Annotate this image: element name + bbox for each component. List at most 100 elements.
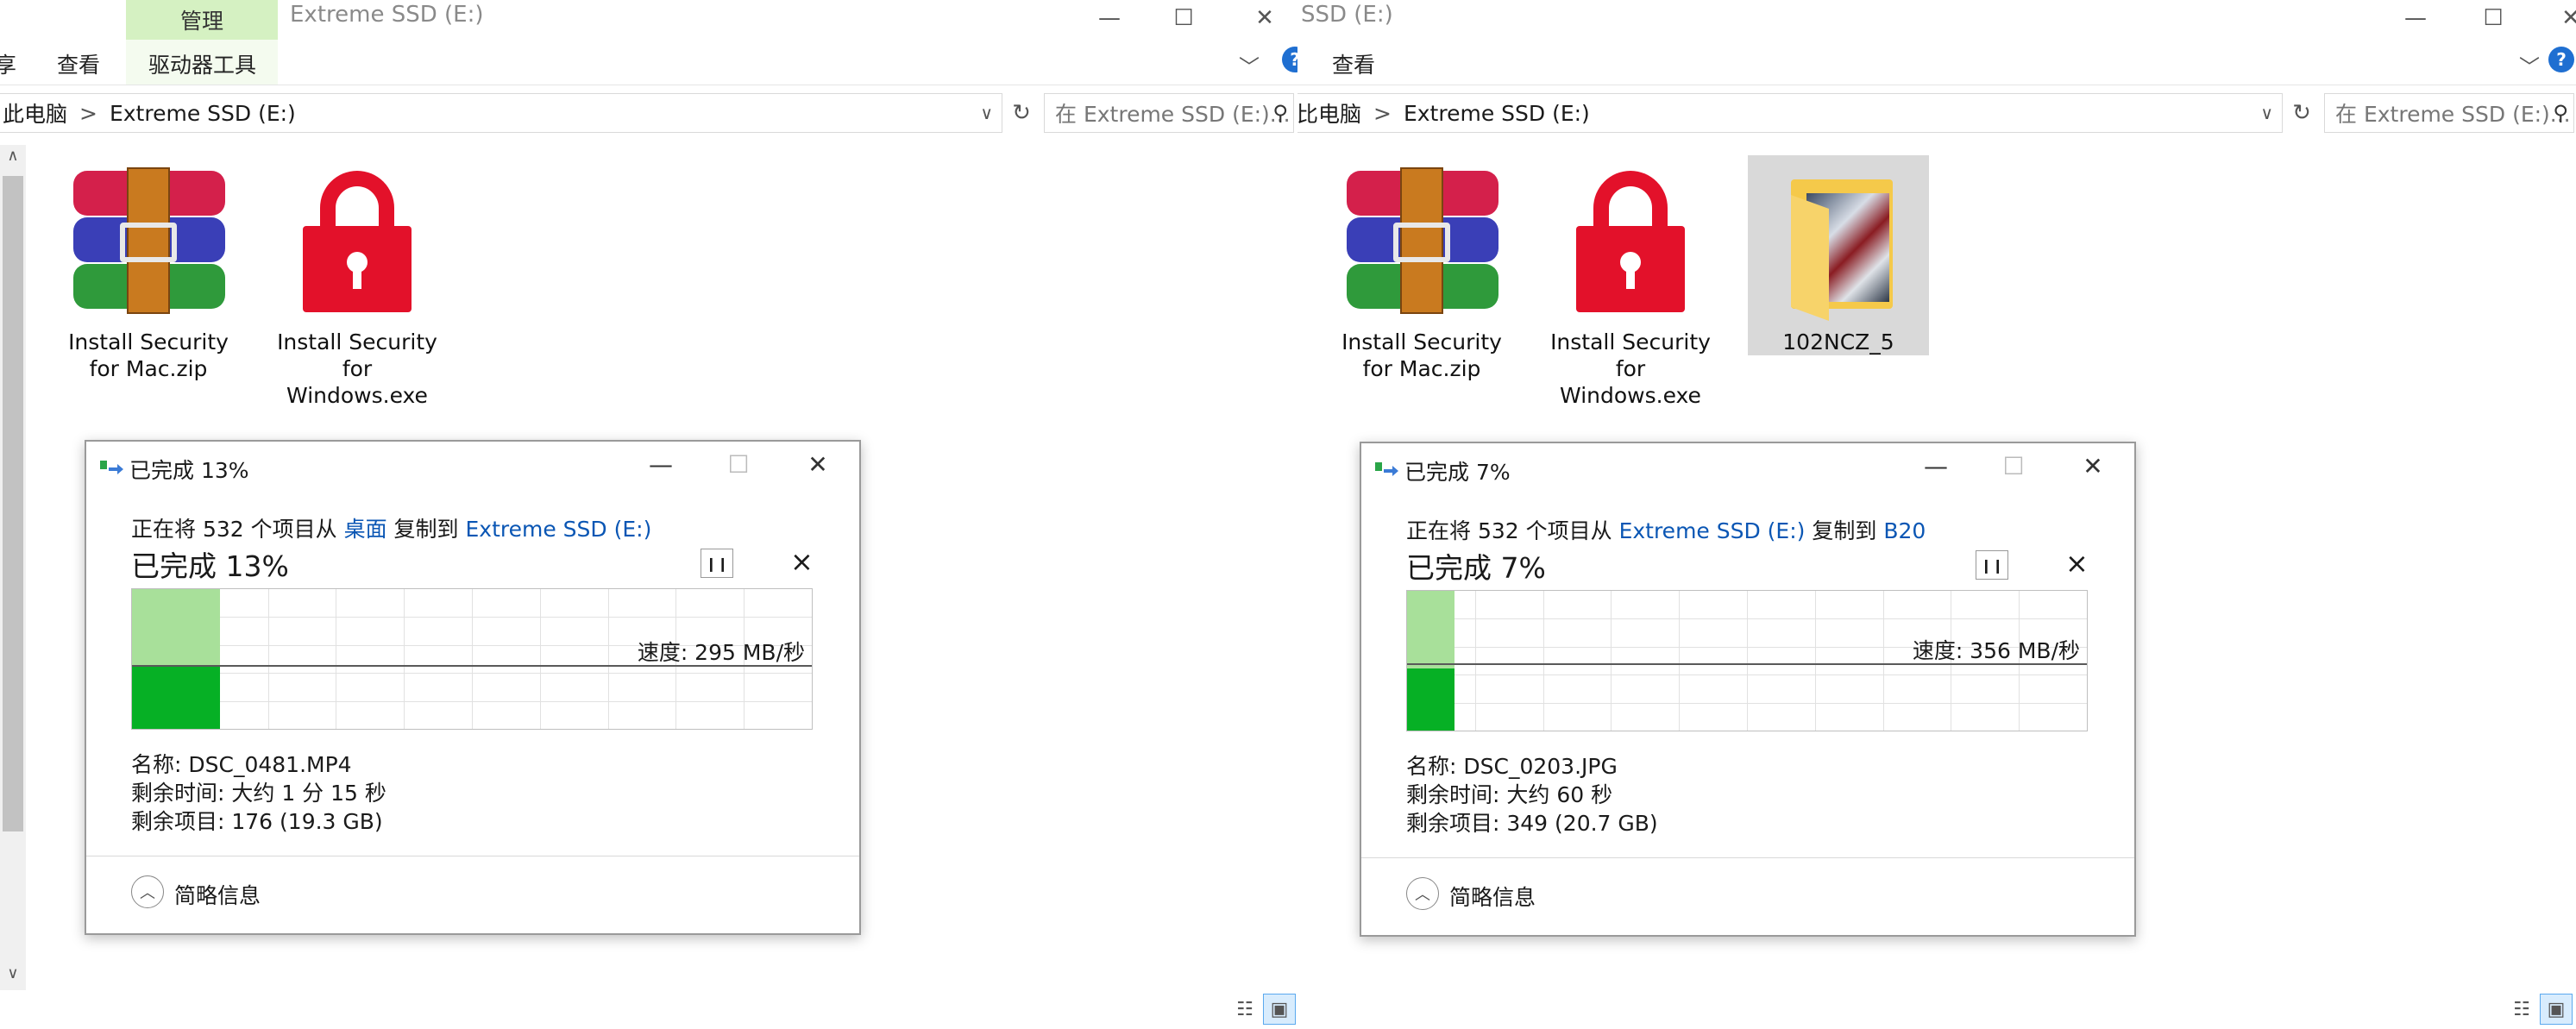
dialog-minimize-button[interactable]: — — [626, 445, 695, 483]
scroll-up-icon[interactable]: ∧ — [0, 147, 26, 165]
source-link[interactable]: Extreme SSD (E:) — [1619, 518, 1806, 543]
minimize-button[interactable]: — — [1070, 0, 1149, 36]
address-bar[interactable]: 此电脑 > Extreme SSD (E:) ∨ — [0, 93, 1002, 133]
graph-gridline — [1611, 591, 1612, 731]
pause-button[interactable]: ❙❙ — [1976, 550, 2008, 580]
folder-name: 102NCZ_5 — [1782, 329, 1894, 355]
source-link[interactable]: 桌面 — [344, 517, 387, 542]
copy-description: 正在将 532 个项目从 Extreme SSD (E:) 复制到 B20 — [1406, 514, 1926, 545]
lock-icon — [1549, 167, 1712, 318]
search-placeholder: 在 Extreme SSD (E:)... — [1055, 102, 1291, 127]
refresh-icon[interactable]: ↻ — [1004, 93, 1039, 133]
graph-gridline — [1679, 591, 1680, 731]
file-name: Install Security for Mac.zip — [1341, 329, 1502, 381]
fewer-details-button[interactable]: 简略信息 — [1449, 881, 1536, 912]
dialog-title: 已完成 13% — [129, 458, 249, 483]
collapse-chevron-icon[interactable]: ︿ — [1406, 877, 1439, 910]
lock-icon — [275, 167, 439, 318]
copy-transfer-icon — [100, 461, 123, 474]
address-bar[interactable]: 比电脑 > Extreme SSD (E:) ∨ — [1297, 93, 2283, 133]
fewer-details-button[interactable]: 简略信息 — [174, 879, 261, 910]
cancel-copy-button[interactable]: × — [2065, 547, 2089, 580]
help-icon[interactable]: ? — [1282, 47, 1297, 72]
copy-desc-mid: 复制到 — [386, 517, 466, 542]
dialog-close-button[interactable]: ✕ — [2058, 447, 2127, 485]
breadcrumb-this-pc[interactable]: 此电脑 — [3, 97, 67, 129]
graph-gridline — [1747, 591, 1748, 731]
items-remaining: 剩余项目: 349 (20.7 GB) — [1406, 811, 1658, 836]
dialog-footer: ︿ 简略信息 — [86, 856, 859, 933]
context-tab-manage[interactable]: 管理 — [126, 0, 278, 40]
ribbon-expand-chevron-icon[interactable]: ﹀ — [2519, 50, 2540, 80]
transfer-speed-graph: 速度: 356 MB/秒 — [1406, 590, 2088, 731]
vertical-scrollbar[interactable]: ∧ ∨ — [0, 145, 26, 990]
ribbon-tab-view[interactable]: 查看 — [57, 48, 100, 79]
address-dropdown-icon[interactable]: ∨ — [2260, 103, 2273, 123]
window-title: SSD (E:) — [1301, 2, 1393, 28]
dialog-maximize-button: ☐ — [2002, 451, 2025, 480]
search-input[interactable]: 在 Extreme SSD (E:)... ⚲ — [2324, 93, 2574, 133]
copy-desc-mid: 复制到 — [1805, 518, 1884, 543]
details-view-icon[interactable]: ☷ — [2505, 994, 2538, 1025]
speed-label: 速度: 295 MB/秒 — [637, 640, 805, 665]
refresh-icon[interactable]: ↻ — [2284, 93, 2319, 133]
close-button[interactable]: ✕ — [2531, 0, 2576, 36]
maximize-button[interactable]: ☐ — [2453, 0, 2533, 36]
progress-fill-speed — [132, 667, 220, 729]
collapse-chevron-icon[interactable]: ︿ — [131, 875, 164, 908]
scrollbar-thumb[interactable] — [3, 176, 23, 831]
search-input[interactable]: 在 Extreme SSD (E:)... ⚲ — [1044, 93, 1294, 133]
file-item-mac-zip[interactable]: Install Security for Mac.zip — [62, 167, 235, 382]
dialog-title: 已完成 7% — [1404, 460, 1511, 485]
maximize-button[interactable]: ☐ — [1144, 0, 1223, 36]
ribbon-expand-chevron-icon[interactable]: ﹀ — [1239, 50, 1260, 80]
close-button[interactable]: ✕ — [1225, 0, 1297, 36]
breadcrumb-this-pc[interactable]: 比电脑 — [1297, 97, 1361, 129]
search-icon[interactable]: ⚲ — [2553, 101, 2568, 125]
details-view-icon[interactable]: ☷ — [1228, 994, 1261, 1025]
file-item-windows-exe[interactable]: Install Security for Windows.exe — [1544, 167, 1717, 409]
minimize-button[interactable]: — — [2376, 0, 2455, 36]
large-icons-view-icon[interactable]: ▣ — [1263, 994, 1296, 1025]
file-name: Install Security for Windows.exe — [277, 329, 437, 408]
graph-gridline — [1475, 591, 1476, 731]
copy-description: 正在将 532 个项目从 桌面 复制到 Extreme SSD (E:) — [131, 512, 651, 543]
time-remaining: 剩余时间: 大约 1 分 15 秒 — [131, 781, 386, 806]
dialog-close-button[interactable]: ✕ — [783, 445, 852, 483]
speed-label: 速度: 356 MB/秒 — [1912, 638, 2080, 663]
help-icon[interactable]: ? — [2548, 47, 2574, 72]
scroll-down-icon[interactable]: ∨ — [0, 964, 26, 982]
file-item-windows-exe[interactable]: Install Security for Windows.exe — [271, 167, 443, 409]
graph-gridline — [608, 589, 609, 729]
window-title: Extreme SSD (E:) — [290, 2, 484, 28]
file-item-mac-zip[interactable]: Install Security for Mac.zip — [1335, 167, 1508, 382]
pause-button[interactable]: ❙❙ — [701, 549, 733, 578]
dialog-maximize-button: ☐ — [727, 449, 750, 479]
destination-link[interactable]: Extreme SSD (E:) — [465, 517, 651, 542]
progress-heading: 已完成 7% — [1406, 551, 1546, 585]
ribbon-tab-share[interactable]: 享 — [0, 48, 16, 79]
search-icon[interactable]: ⚲ — [1272, 101, 1288, 125]
explorer-window-right: SSD (E:) — ☐ ✕ 查看 ﹀ ? 比电脑 > Extreme SSD … — [1297, 0, 2576, 1029]
breadcrumb-drive[interactable]: Extreme SSD (E:) — [1404, 101, 1590, 126]
graph-gridline — [268, 589, 269, 729]
graph-gridline — [472, 589, 473, 729]
destination-link[interactable]: B20 — [1883, 518, 1926, 543]
progress-heading: 已完成 13% — [131, 549, 289, 583]
current-file-name: 名称: DSC_0203.JPG — [1406, 754, 1618, 779]
large-icons-view-icon[interactable]: ▣ — [2540, 994, 2573, 1025]
ribbon-tab-view[interactable]: 查看 — [1332, 48, 1375, 79]
ribbon-tab-drive-tools[interactable]: 驱动器工具 — [148, 48, 256, 79]
dialog-minimize-button[interactable]: — — [1901, 447, 1970, 485]
winrar-archive-icon — [1340, 167, 1504, 318]
copy-progress-dialog: 已完成 13% — ☐ ✕ 正在将 532 个项目从 桌面 复制到 Extrem… — [85, 440, 861, 935]
cancel-copy-button[interactable]: × — [790, 545, 814, 578]
breadcrumb-separator-icon: > — [79, 100, 97, 126]
folder-item-102ncz5[interactable]: 102NCZ_5 — [1748, 155, 1929, 355]
address-dropdown-icon[interactable]: ∨ — [980, 103, 993, 123]
breadcrumb-drive[interactable]: Extreme SSD (E:) — [110, 101, 296, 126]
copy-desc-prefix: 正在将 532 个项目从 — [131, 517, 344, 542]
current-file-name: 名称: DSC_0481.MP4 — [131, 752, 352, 777]
dialog-footer: ︿ 简略信息 — [1361, 857, 2134, 935]
items-remaining: 剩余项目: 176 (19.3 GB) — [131, 809, 383, 834]
